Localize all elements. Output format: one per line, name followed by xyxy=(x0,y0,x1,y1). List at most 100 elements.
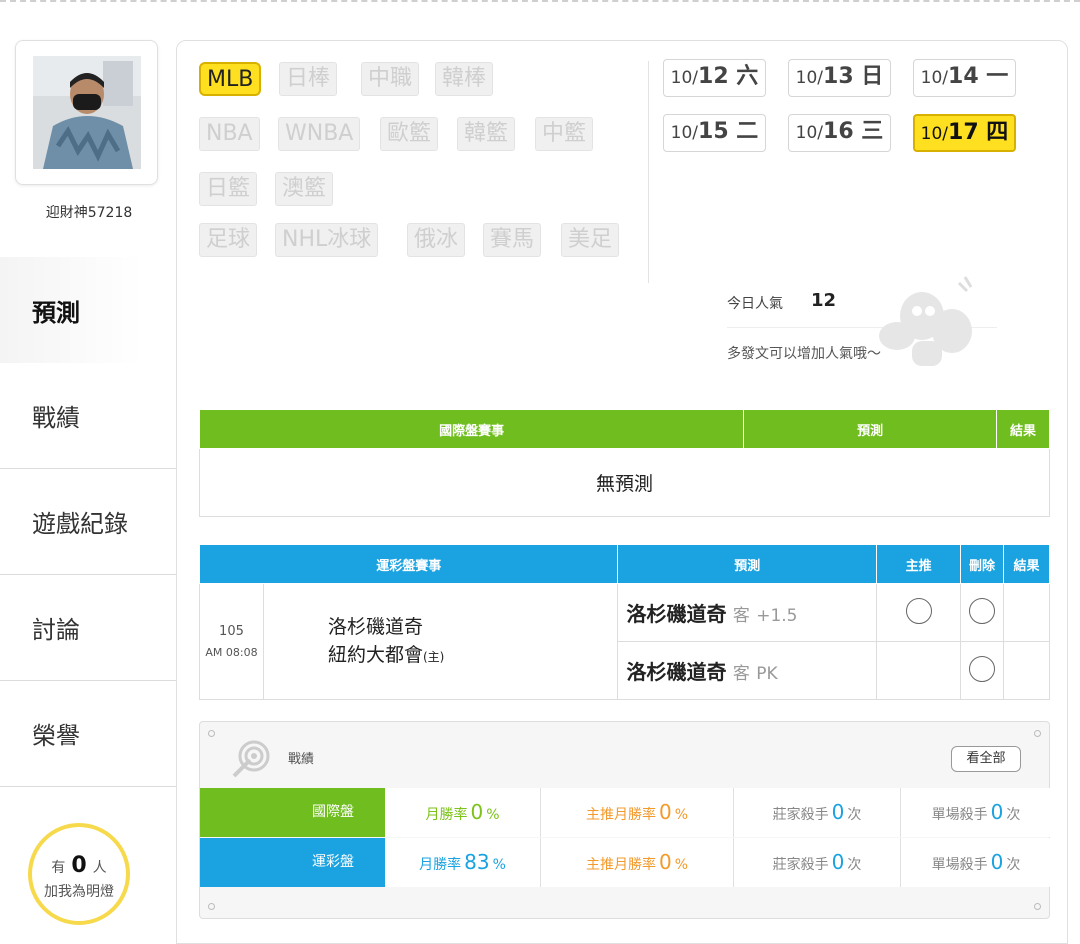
filter-divider xyxy=(648,61,649,283)
stat-unit: % xyxy=(492,857,506,873)
league-tag-label: 歐籃 xyxy=(387,121,432,146)
league-tag-label: WNBA xyxy=(285,121,354,146)
stat-label: 莊家殺手 xyxy=(772,807,829,823)
nav-item-honor[interactable]: 榮譽 xyxy=(0,681,178,787)
date-tag-1016[interactable]: 10/16 三 xyxy=(788,114,891,152)
col-header-top-pick: 主推 xyxy=(876,544,962,584)
league-tag-label: 美足 xyxy=(568,227,613,252)
stat-unit: % xyxy=(674,807,689,823)
league-tag-horse-racing[interactable]: 賽馬 xyxy=(483,223,542,257)
stat-label: 莊家殺手 xyxy=(772,857,829,873)
league-tag-label: NHL冰球 xyxy=(282,227,372,252)
nav-item-game-log[interactable]: 遊戲紀錄 xyxy=(0,469,178,575)
league-tag-wnba[interactable]: WNBA xyxy=(278,117,361,151)
popularity-label: 今日人氣 xyxy=(727,296,783,312)
date-tag-1017[interactable]: 10/17 四 xyxy=(913,114,1016,152)
league-tag-npb[interactable]: 日棒 xyxy=(279,62,338,96)
stats-title: 戰績 xyxy=(288,752,315,767)
popularity-count: 12 xyxy=(811,290,837,311)
prediction-team: 洛杉磯道奇 xyxy=(626,660,727,684)
col-header-intl-game: 國際盤賽事 xyxy=(198,409,745,449)
delete-cell xyxy=(960,583,1005,642)
fans-caption: 加我為明燈 xyxy=(44,884,114,900)
fans-badge[interactable]: 有0人 加我為明燈 xyxy=(28,823,130,925)
fans-prefix: 有 xyxy=(51,860,66,876)
stat-value: 83 xyxy=(464,850,490,874)
stat-single-killer: 單場殺手 0 次 xyxy=(900,838,1051,887)
league-tag-nhl[interactable]: NHL冰球 xyxy=(275,223,379,257)
league-tag-label: 韓籃 xyxy=(464,121,509,146)
prediction-line: +1.5 xyxy=(756,606,798,626)
date-day: 17 四 xyxy=(948,120,1009,145)
date-tag-1013[interactable]: 10/13 日 xyxy=(788,59,891,97)
league-tag-euro-basketball[interactable]: 歐籃 xyxy=(380,117,439,151)
nav-item-label: 遊戲紀錄 xyxy=(32,510,128,538)
col-header-predict: 預測 xyxy=(743,409,998,449)
league-tag-cpbl[interactable]: 中職 xyxy=(361,62,420,96)
league-tag-kbo[interactable]: 韓棒 xyxy=(435,62,494,96)
prediction-side: 客 xyxy=(732,606,750,626)
delete-cell xyxy=(960,641,1005,700)
stat-category-label: 國際盤 xyxy=(312,804,354,820)
league-tag-nbl[interactable]: 澳籃 xyxy=(275,172,334,206)
stat-top-rate: 主推月勝率 0% xyxy=(540,788,733,837)
date-day: 12 六 xyxy=(698,64,759,89)
prediction-line: PK xyxy=(756,664,778,684)
corner-dot xyxy=(208,903,215,910)
avatar-card[interactable] xyxy=(15,40,158,185)
league-tag-b-league[interactable]: 日籃 xyxy=(199,172,258,206)
stat-label: 單場殺手 xyxy=(931,807,988,823)
stat-category: 國際盤 xyxy=(200,788,405,837)
prediction-cell[interactable]: 洛杉磯道奇 客 +1.5 xyxy=(617,583,878,642)
date-month: 10/ xyxy=(670,123,699,143)
top-pick-cell xyxy=(876,583,962,642)
date-tag-1015[interactable]: 10/15 二 xyxy=(663,114,766,152)
avatar[interactable] xyxy=(33,56,141,169)
date-month: 10/ xyxy=(670,68,699,88)
league-tag-label: 中職 xyxy=(368,66,413,91)
game-info-cell: 105 AM 08:08 xyxy=(199,583,264,700)
nav-item-predict[interactable]: 預測 xyxy=(0,257,178,363)
username: 迎財神57218 xyxy=(45,205,133,221)
league-tag-soccer[interactable]: 足球 xyxy=(199,223,258,257)
stat-label: 月勝率 xyxy=(419,857,462,873)
stat-banker-killer: 莊家殺手 0 次 xyxy=(733,838,900,887)
result-cell xyxy=(1003,583,1050,642)
league-tag-mlb[interactable]: MLB xyxy=(199,62,262,96)
table-row: 105 AM 08:08 洛杉磯道奇 紐約大都會(主) 洛杉磯道奇 客 +1.5 xyxy=(199,583,1050,700)
see-all-button[interactable]: 看全部 xyxy=(951,746,1021,772)
league-tag-khl[interactable]: 俄冰 xyxy=(407,223,466,257)
home-team: 紐約大都會 xyxy=(327,643,423,666)
league-tag-label: 韓棒 xyxy=(442,66,487,91)
prediction-cell[interactable]: 洛杉磯道奇 客 PK xyxy=(617,641,878,700)
league-tag-label: MLB xyxy=(207,67,254,92)
target-icon xyxy=(232,740,270,778)
delete-radio[interactable] xyxy=(969,597,996,624)
nav-item-label: 戰績 xyxy=(32,404,80,432)
stat-label: 月勝率 xyxy=(425,807,468,823)
top-pick-radio[interactable] xyxy=(905,597,932,624)
league-tag-label: 中籃 xyxy=(542,121,587,146)
league-tag-kbl[interactable]: 韓籃 xyxy=(457,117,516,151)
popularity-hint: 多發文可以增加人氣哦～ xyxy=(727,346,881,362)
col-header-result: 結果 xyxy=(1003,544,1050,584)
league-tag-nba[interactable]: NBA xyxy=(199,117,260,151)
sports-lottery-table: 運彩盤賽事 預測 主推 刪除 結果 105 AM 08:08 洛杉磯道奇 紐約大… xyxy=(198,544,1050,700)
result-cell xyxy=(1003,641,1050,700)
nav-item-record[interactable]: 戰績 xyxy=(0,363,178,469)
date-tag-1012[interactable]: 10/12 六 xyxy=(663,59,766,97)
game-teams-cell: 洛杉磯道奇 紐約大都會(主) xyxy=(262,583,619,700)
delete-radio[interactable] xyxy=(969,655,996,682)
date-tag-1014[interactable]: 10/14 一 xyxy=(913,59,1016,97)
nav-item-discussion[interactable]: 討論 xyxy=(0,575,178,681)
date-month: 10/ xyxy=(795,68,824,88)
league-tag-nfl[interactable]: 美足 xyxy=(561,223,620,257)
stat-value: 0 xyxy=(990,850,1004,874)
fans-count: 0 xyxy=(71,853,87,878)
league-tag-label: 賽馬 xyxy=(490,227,535,252)
stat-row-sports-lottery: 運彩盤 月勝率 83% 主推月勝率 0% 莊家殺手 0 次 單場殺手 0 次 xyxy=(200,838,1051,887)
league-tag-cba[interactable]: 中籃 xyxy=(535,117,594,151)
league-tag-label: 澳籃 xyxy=(282,176,327,201)
stat-top-rate: 主推月勝率 0% xyxy=(540,838,733,887)
fans-suffix: 人 xyxy=(92,860,107,876)
